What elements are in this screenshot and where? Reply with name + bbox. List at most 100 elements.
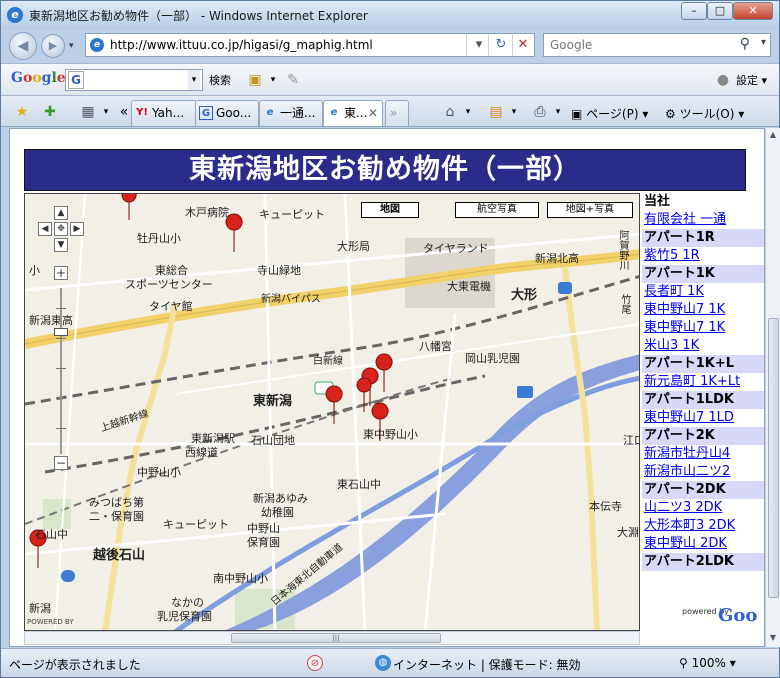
pan-right-icon[interactable]: ▶ — [70, 222, 84, 236]
tab-label: Goo... — [216, 106, 252, 120]
route-shield — [61, 570, 75, 582]
address-divider — [466, 34, 467, 56]
maximize-button[interactable]: □ — [707, 2, 733, 20]
property-link[interactable]: 山二ツ3 2DK — [642, 499, 764, 517]
google-settings-button[interactable]: 設定 ▾ — [736, 72, 767, 88]
map-label: 牡丹山小 — [137, 232, 181, 245]
forward-button[interactable]: ▶ — [41, 34, 65, 58]
property-link[interactable]: 有限会社 一通 — [642, 211, 764, 229]
property-link[interactable]: 大形本町3 2DK — [642, 517, 764, 535]
tab-yahoo[interactable]: Y! Yah... — [131, 100, 197, 126]
property-link[interactable]: 新潟市牡丹山4 — [642, 445, 764, 463]
map-label: 新潟バイパス — [261, 294, 321, 305]
zoom-level[interactable]: ⚲ 100% ▾ — [679, 656, 736, 670]
address-field[interactable]: e http://www.ittuu.co.jp/higasi/g_maphig… — [85, 33, 535, 57]
tab-list-dropdown-icon[interactable]: ▾ — [97, 103, 115, 121]
powered-by-label: POWERED BY — [27, 618, 74, 626]
home-icon[interactable]: ⌂ — [441, 103, 459, 121]
property-link[interactable]: 長者町 1K — [642, 283, 764, 301]
map-label: 大形局 — [337, 240, 370, 253]
section-heading: アパート1K — [642, 265, 764, 283]
quick-tabs-icon[interactable]: ▦ — [79, 103, 97, 121]
property-link[interactable]: 紫竹5 1R — [642, 247, 764, 265]
tab-google[interactable]: G Goo... — [195, 100, 259, 126]
property-link[interactable]: 米山3 1K — [642, 337, 764, 355]
print-dropdown-icon[interactable]: ▾ — [549, 103, 567, 121]
property-link[interactable]: 東中野山7 1K — [642, 301, 764, 319]
add-favorites-icon[interactable]: ✚ — [41, 103, 59, 121]
google-search-input[interactable]: G ▾ — [65, 69, 203, 91]
history-dropdown-icon[interactable]: ▾ — [69, 41, 74, 51]
home-dropdown-icon[interactable]: ▾ — [459, 103, 477, 121]
property-link[interactable]: 新元島町 1K+Lt — [642, 373, 764, 391]
map-type-satellite-button[interactable]: 航空写真 — [455, 202, 539, 218]
search-placeholder[interactable]: Google — [550, 38, 592, 52]
pan-down-icon[interactable]: ▼ — [54, 238, 68, 252]
status-text: ページが表示されました — [9, 658, 141, 672]
back-button[interactable]: ◀ — [9, 32, 37, 60]
zoom-slider[interactable] — [54, 288, 68, 454]
page-vertical-scrollbar[interactable]: ▲ ▼ — [765, 128, 780, 647]
page-menu[interactable]: ▣ ページ(P) ▾ — [571, 105, 648, 122]
address-dropdown-icon[interactable]: ▾ — [470, 37, 488, 53]
refresh-icon[interactable]: ↻ — [492, 37, 510, 53]
tools-menu[interactable]: ⚙ ツール(O) ▾ — [665, 105, 744, 122]
feeds-icon[interactable]: ▤ — [487, 103, 505, 121]
page-vertical-scroll-thumb[interactable] — [768, 318, 779, 598]
map-horizontal-scrollbar[interactable]: ||| — [24, 631, 640, 645]
google-search-button[interactable]: 検索 — [209, 72, 231, 88]
search-dropdown-icon[interactable]: ▾ — [761, 37, 766, 48]
close-tab-icon[interactable]: ✕ — [368, 101, 378, 125]
page-content: 東新潟地区お勧め物件（一部） 木戸病院 キューピット 牡丹山小 寺山緑地 東総合… — [9, 128, 765, 647]
pan-center-icon[interactable]: ✥ — [54, 222, 68, 236]
zoom-tick — [56, 428, 66, 429]
highlight-icon[interactable]: ✎ — [283, 70, 303, 90]
map-label: キューピット — [259, 208, 325, 221]
google-logo: Google — [11, 70, 66, 86]
minimize-button[interactable]: – — [681, 2, 707, 20]
property-link[interactable]: 東中野山7 1LD — [642, 409, 764, 427]
map-type-hybrid-button[interactable]: 地図+写真 — [547, 202, 633, 218]
google-input-dropdown-icon[interactable]: ▾ — [188, 70, 200, 90]
search-icon[interactable]: ⚲ — [740, 36, 750, 52]
property-link[interactable]: 東中野山7 1K — [642, 319, 764, 337]
zoom-thumb[interactable] — [54, 328, 68, 336]
favorites-star-icon[interactable]: ★ — [13, 103, 31, 121]
map-label: 寺山緑地 — [257, 264, 301, 277]
tab-active[interactable]: e 東... ✕ — [323, 100, 383, 126]
pan-up-icon[interactable]: ▲ — [54, 206, 68, 220]
print-icon[interactable]: ⎙ — [531, 103, 549, 121]
zoom-out-button[interactable]: − — [54, 456, 68, 470]
google-map[interactable]: 木戸病院 キューピット 牡丹山小 寺山緑地 東総合 スポーツセンター タイヤ館 … — [24, 193, 640, 631]
zoom-in-button[interactable]: + — [54, 266, 68, 280]
feeds-dropdown-icon[interactable]: ▾ — [505, 103, 523, 121]
popup-blocker-icon[interactable]: ⊘ — [307, 655, 323, 671]
address-url[interactable]: http://www.ittuu.co.jp/higasi/g_maphig.h… — [110, 38, 373, 52]
property-link[interactable]: 新潟市山二ツ2 — [642, 463, 764, 481]
address-divider — [488, 34, 489, 56]
security-zone[interactable]: インターネット | 保護モード: 無効 — [393, 656, 581, 673]
map-label: 大淵 — [617, 526, 639, 539]
section-heading: アパート2DK — [642, 481, 764, 499]
map-horizontal-scroll-thumb[interactable]: ||| — [231, 633, 441, 643]
scroll-up-icon[interactable]: ▲ — [768, 130, 778, 142]
settings-wrench-icon[interactable]: ● — [713, 70, 733, 90]
tab-ittuu[interactable]: e 一通... — [259, 100, 323, 126]
property-link[interactable]: 東中野山 2DK — [642, 535, 764, 553]
park-area — [43, 499, 71, 529]
google-g-icon[interactable]: G — [68, 71, 84, 89]
bookmark-folder-icon[interactable]: ▣ — [245, 70, 265, 90]
map-label: 乳児保育園 — [157, 610, 212, 623]
map-type-map-button[interactable]: 地図 — [361, 202, 419, 218]
new-tab-button[interactable]: » — [385, 100, 409, 126]
bookmark-dropdown-icon[interactable]: ▾ — [263, 70, 283, 90]
zoom-track — [60, 288, 62, 454]
stop-icon[interactable]: ✕ — [514, 37, 532, 53]
map-label: 中野山小 — [137, 466, 181, 479]
bypass-road — [25, 249, 639, 349]
close-button[interactable]: ✕ — [733, 2, 773, 20]
search-field[interactable]: Google ⚲ ▾ — [543, 33, 771, 57]
yahoo-icon: Y! — [136, 107, 148, 118]
scroll-down-icon[interactable]: ▼ — [768, 633, 778, 645]
pan-left-icon[interactable]: ◀ — [38, 222, 52, 236]
